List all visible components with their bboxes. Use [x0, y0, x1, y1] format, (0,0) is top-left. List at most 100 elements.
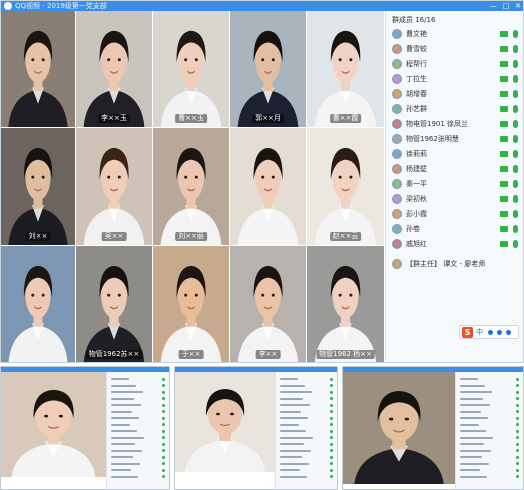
mini-member-name	[111, 410, 132, 413]
video-tile[interactable]: 吴××	[76, 128, 153, 246]
camera-on-icon	[500, 31, 508, 37]
member-row[interactable]: 曹文艳	[390, 27, 522, 41]
member-row[interactable]: 曹雪蛟	[390, 42, 522, 56]
mini-member-name	[280, 423, 299, 426]
call-screenshot	[0, 366, 170, 490]
owner-name: 【群主任】 谭文 - 廖老师	[406, 260, 486, 268]
member-avatar	[392, 134, 402, 144]
mini-member-name	[280, 384, 305, 387]
microphone-icon	[513, 30, 518, 38]
sogou-ime-icon: S	[462, 327, 473, 338]
mini-video	[175, 372, 275, 489]
microphone-icon	[513, 240, 518, 248]
mini-member-name	[280, 443, 304, 445]
member-name: 戚旭红	[406, 240, 427, 248]
group-owner-row[interactable]: 【群主任】 谭文 - 廖老师	[390, 257, 522, 271]
member-row[interactable]: 胡增春	[390, 87, 522, 101]
participant-video	[175, 372, 275, 472]
mini-status-icon	[330, 442, 333, 446]
member-row[interactable]: 孙艺群	[390, 102, 522, 116]
member-row[interactable]: 物电管1901 徐凤兰	[390, 117, 522, 131]
participant-video	[230, 128, 306, 245]
video-tile[interactable]: 曹××玉	[153, 11, 230, 128]
mini-member-name	[460, 410, 481, 413]
video-tile[interactable]	[1, 11, 76, 128]
mini-status-icon	[330, 423, 333, 426]
participant-name-tag: 刘××	[25, 232, 51, 241]
member-row[interactable]: 梁初秋	[390, 192, 522, 206]
mini-member-name	[111, 404, 141, 406]
member-row[interactable]: 彭小霞	[390, 207, 522, 221]
ime-mode-label: 中	[476, 328, 483, 336]
ime-voice-icon	[497, 330, 502, 335]
mini-member-name	[280, 397, 303, 400]
member-avatar	[392, 44, 402, 54]
maximize-button[interactable]: □	[500, 1, 512, 11]
mini-member-name	[111, 417, 139, 419]
video-tile[interactable]: 物管1962 杨××	[307, 246, 385, 362]
participant-name-tag: 物管1962 杨××	[316, 350, 375, 359]
participant-name-tag: 赵××云	[329, 232, 362, 241]
video-tile[interactable]: 于××	[153, 246, 230, 362]
participant-video	[153, 246, 229, 362]
mini-status-icon	[330, 377, 333, 381]
mini-member-name	[280, 462, 309, 465]
video-tile[interactable]: 赵××云	[307, 128, 385, 246]
mini-member-name	[460, 378, 478, 380]
window-title: QQ视频 - 2019级第一党支部	[15, 2, 107, 10]
mini-member-name	[111, 397, 134, 400]
member-row[interactable]: 丁拉生	[390, 72, 522, 86]
member-avatar	[392, 119, 402, 129]
mini-status-icon	[330, 410, 333, 413]
mini-status-icon	[516, 410, 519, 413]
mini-status-icon	[162, 455, 165, 459]
member-row[interactable]: 杨建壁	[390, 162, 522, 176]
video-tile[interactable]: 刘××	[1, 128, 76, 246]
video-tile[interactable]: 物管1962苏××	[76, 246, 153, 362]
mini-status-icon	[162, 442, 165, 446]
microphone-icon	[513, 60, 518, 68]
member-avatar	[392, 29, 402, 39]
input-method-toolbar[interactable]: S 中	[459, 325, 519, 339]
participant-video	[307, 11, 384, 127]
mini-status-icon	[516, 449, 519, 452]
mini-member-name	[111, 443, 135, 445]
participant-video	[307, 128, 384, 245]
video-tile[interactable]	[1, 246, 76, 362]
mini-member-name	[460, 449, 491, 452]
mini-member-name	[111, 462, 140, 465]
participant-video	[76, 246, 152, 362]
video-tile[interactable]	[230, 128, 307, 246]
mini-member-name	[460, 391, 492, 393]
member-row[interactable]: 孙卷	[390, 222, 522, 236]
video-tile[interactable]: 李××	[230, 246, 307, 362]
ime-keyboard-icon	[506, 330, 511, 335]
member-name: 曹文艳	[406, 30, 427, 38]
member-row[interactable]: 秦一平	[390, 177, 522, 191]
member-row[interactable]: 物管1962张明慧	[390, 132, 522, 146]
participant-name-tag: 于××	[178, 350, 204, 359]
mini-status-icon	[162, 429, 165, 433]
participant-name-tag: 曹××霞	[329, 114, 362, 123]
video-tile[interactable]: 曹××霞	[307, 11, 385, 128]
participant-video	[153, 128, 229, 245]
mini-status-icon	[162, 449, 165, 452]
mini-status-icon	[330, 429, 333, 433]
participant-video	[343, 372, 455, 484]
video-tile[interactable]: 李××玉	[76, 11, 153, 128]
member-row[interactable]: 徐莉莉	[390, 147, 522, 161]
member-avatar	[392, 74, 402, 84]
member-row[interactable]: 程帮行	[390, 57, 522, 71]
member-avatar	[392, 224, 402, 234]
mini-status-icon	[330, 475, 333, 478]
mini-status-icon	[162, 403, 165, 407]
member-row[interactable]: 戚旭红	[390, 237, 522, 251]
video-tile[interactable]: 刘××丽	[153, 128, 230, 246]
member-name: 孙艺群	[406, 105, 427, 113]
mini-status-icon	[162, 475, 165, 478]
mini-member-name	[111, 391, 143, 393]
minimize-button[interactable]: —	[487, 1, 499, 11]
close-button[interactable]: ✕	[512, 1, 523, 11]
participant-name-tag: 曹××玉	[175, 114, 207, 123]
video-tile[interactable]: 郭××月	[230, 11, 307, 128]
